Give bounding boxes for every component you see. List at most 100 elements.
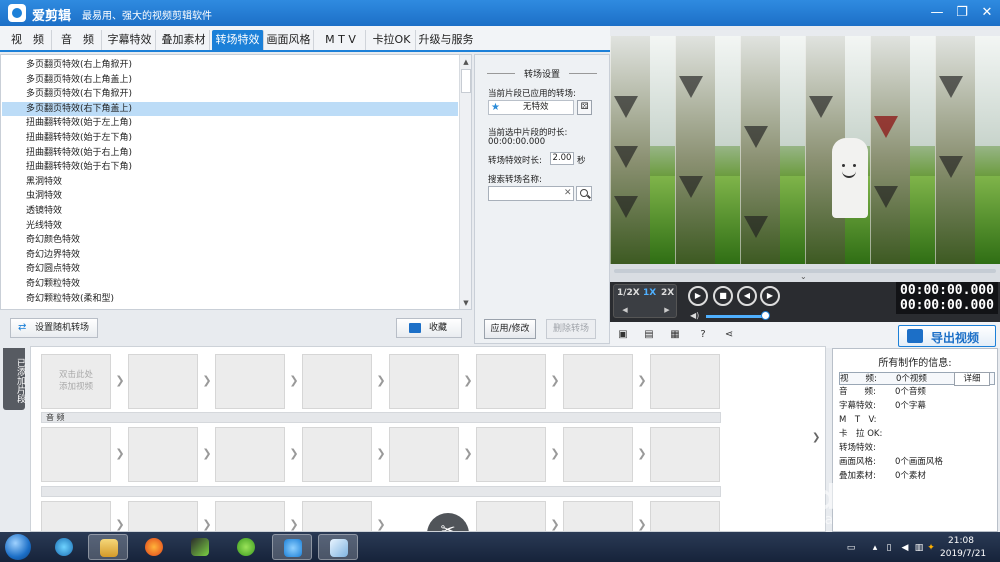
volume-knob[interactable] xyxy=(761,311,770,320)
random-transition-button[interactable]: ⇄ 设置随机转场 xyxy=(10,318,98,338)
save-icon[interactable]: ▦ xyxy=(668,328,682,341)
taskbar-media-app[interactable] xyxy=(44,534,84,560)
tab-upgrade-service[interactable]: 升级与服务 xyxy=(418,30,474,50)
clip-slot[interactable] xyxy=(563,501,633,531)
tab-overlay-materials[interactable]: 叠加素材 xyxy=(158,30,210,50)
clip-slot[interactable] xyxy=(215,427,285,482)
start-button-icon[interactable] xyxy=(5,534,31,560)
effect-duration-input[interactable]: 2.00 xyxy=(550,152,574,165)
detail-button[interactable]: 详细 xyxy=(954,372,990,386)
stop-icon[interactable]: ■ xyxy=(713,286,733,306)
speed-normal[interactable]: 1X xyxy=(643,288,656,298)
speed-double[interactable]: 2X xyxy=(661,288,674,298)
list-item[interactable]: 黑洞特效 xyxy=(2,175,458,190)
list-item[interactable]: 多页翻页特效(右下角掀开) xyxy=(2,87,458,102)
list-item[interactable]: 奇幻颜色特效 xyxy=(2,233,458,248)
power-icon[interactable]: ✦ xyxy=(926,543,936,553)
clip-slot[interactable] xyxy=(563,427,633,482)
clip-slot[interactable] xyxy=(41,501,111,531)
clip-slot[interactable] xyxy=(650,354,720,409)
next-frame-icon[interactable]: ▶ xyxy=(760,286,780,306)
volume-slider[interactable] xyxy=(706,315,764,318)
seek-forward-icon[interactable]: ▶ xyxy=(660,305,674,315)
clip-slot[interactable] xyxy=(650,501,720,531)
transition-effects-list[interactable]: 多页翻页特效(右上角掀开) 多页翻页特效(右上角盖上) 多页翻页特效(右下角掀开… xyxy=(0,54,472,310)
tab-audio[interactable]: 音 频 xyxy=(54,30,102,50)
list-item[interactable]: 光线特效 xyxy=(2,219,458,234)
tab-karaoke[interactable]: 卡拉OK xyxy=(368,30,416,50)
close-icon[interactable]: ✕ xyxy=(976,3,998,23)
tab-picture-style[interactable]: 画面风格 xyxy=(264,30,314,50)
scissors-icon[interactable]: ✂ xyxy=(427,513,469,531)
list-item[interactable]: 扭曲翻转特效(始于左上角) xyxy=(2,116,458,131)
apply-modify-button[interactable]: 应用/修改 xyxy=(484,319,536,339)
new-project-icon[interactable]: ▣ xyxy=(616,328,630,341)
tab-video[interactable]: 视 频 xyxy=(4,30,52,50)
taskbar-clock-date[interactable]: 2019/7/21 xyxy=(940,549,986,559)
clip-slot[interactable] xyxy=(128,501,198,531)
tray-arrow-icon[interactable]: ▴ xyxy=(870,543,880,553)
scroll-up-icon[interactable]: ▲ xyxy=(461,57,471,67)
random-dice-button[interactable]: ⚄ xyxy=(577,100,592,115)
clip-slot[interactable] xyxy=(476,354,546,409)
network-icon[interactable]: ▥ xyxy=(914,543,924,553)
tray-device-icon[interactable]: ▯ xyxy=(884,543,894,553)
search-icon[interactable] xyxy=(576,186,592,201)
added-clips-tab[interactable]: 已添加片段 xyxy=(3,348,25,410)
clip-slot[interactable] xyxy=(476,501,546,531)
clip-slot[interactable] xyxy=(128,427,198,482)
taskbar-firefox[interactable] xyxy=(134,534,174,560)
clip-slot[interactable] xyxy=(389,354,459,409)
tab-mtv[interactable]: M T V xyxy=(316,30,366,50)
chevron-right-icon[interactable]: ❯ xyxy=(812,432,820,443)
clip-slot[interactable] xyxy=(41,427,111,482)
clip-slot[interactable] xyxy=(302,354,372,409)
clip-slot[interactable] xyxy=(389,427,459,482)
list-item[interactable]: 扭曲翻转特效(始于左下角) xyxy=(2,131,458,146)
list-scrollbar[interactable]: ▲ ▼ xyxy=(459,55,471,309)
export-video-button[interactable]: 导出视频 xyxy=(898,325,996,347)
help-icon[interactable]: ? xyxy=(696,328,710,341)
clip-slot[interactable] xyxy=(128,354,198,409)
maximize-icon[interactable]: ❐ xyxy=(951,3,973,23)
open-folder-icon[interactable]: ▤ xyxy=(642,328,656,341)
volume-icon[interactable]: ◀) xyxy=(690,311,699,320)
list-item[interactable]: 多页翻页特效(右上角掀开) xyxy=(2,58,458,73)
list-item[interactable]: 奇幻边界特效 xyxy=(2,248,458,263)
clip-slot[interactable] xyxy=(302,501,372,531)
clip-slot[interactable] xyxy=(476,427,546,482)
scroll-thumb[interactable] xyxy=(461,69,471,93)
prev-frame-icon[interactable]: ◀ xyxy=(737,286,757,306)
list-item-selected[interactable]: 多页翻页特效(右下角盖上) xyxy=(2,101,458,117)
clip-slot[interactable] xyxy=(563,354,633,409)
list-item[interactable]: 虫洞特效 xyxy=(2,189,458,204)
taskbar-refresh-app[interactable] xyxy=(226,534,266,560)
taskbar-aijianji[interactable] xyxy=(272,534,312,560)
scroll-down-icon[interactable]: ▼ xyxy=(461,298,471,308)
keyboard-icon[interactable]: ▭ xyxy=(846,543,856,553)
clip-slot[interactable] xyxy=(650,427,720,482)
add-video-slot[interactable]: 双击此处 添加视频 xyxy=(41,354,111,409)
speed-half[interactable]: 1/2X xyxy=(617,288,640,298)
tab-transition-effects[interactable]: 转场特效 xyxy=(212,30,264,50)
list-item[interactable]: 扭曲翻转特效(始于右下角) xyxy=(2,160,458,175)
seek-back-icon[interactable]: ◀ xyxy=(618,305,632,315)
clip-slot[interactable] xyxy=(302,427,372,482)
list-item[interactable]: 扭曲翻转特效(始于右上角) xyxy=(2,146,458,161)
list-item[interactable]: 奇幻圆点特效 xyxy=(2,262,458,277)
taskbar-clock-time[interactable]: 21:08 xyxy=(948,536,974,546)
collect-button[interactable]: 收藏 xyxy=(396,318,462,338)
clip-slot[interactable] xyxy=(215,501,285,531)
list-item[interactable]: 多页翻页特效(右上角盖上) xyxy=(2,73,458,88)
taskbar-notebook[interactable] xyxy=(318,534,358,560)
clear-search-icon[interactable]: ✕ xyxy=(564,188,572,198)
list-item[interactable]: 奇幻颗粒特效 xyxy=(2,277,458,292)
play-icon[interactable]: ▶ xyxy=(688,286,708,306)
delete-transition-button[interactable]: 删除转场 xyxy=(546,319,596,339)
share-icon[interactable]: ⋖ xyxy=(722,328,736,341)
minimize-icon[interactable]: — xyxy=(926,3,948,23)
chevron-down-icon[interactable]: ⌄ xyxy=(800,273,807,281)
clip-slot[interactable] xyxy=(215,354,285,409)
tab-subtitle-effects[interactable]: 字幕特效 xyxy=(104,30,156,50)
search-transition-input[interactable] xyxy=(488,186,574,201)
